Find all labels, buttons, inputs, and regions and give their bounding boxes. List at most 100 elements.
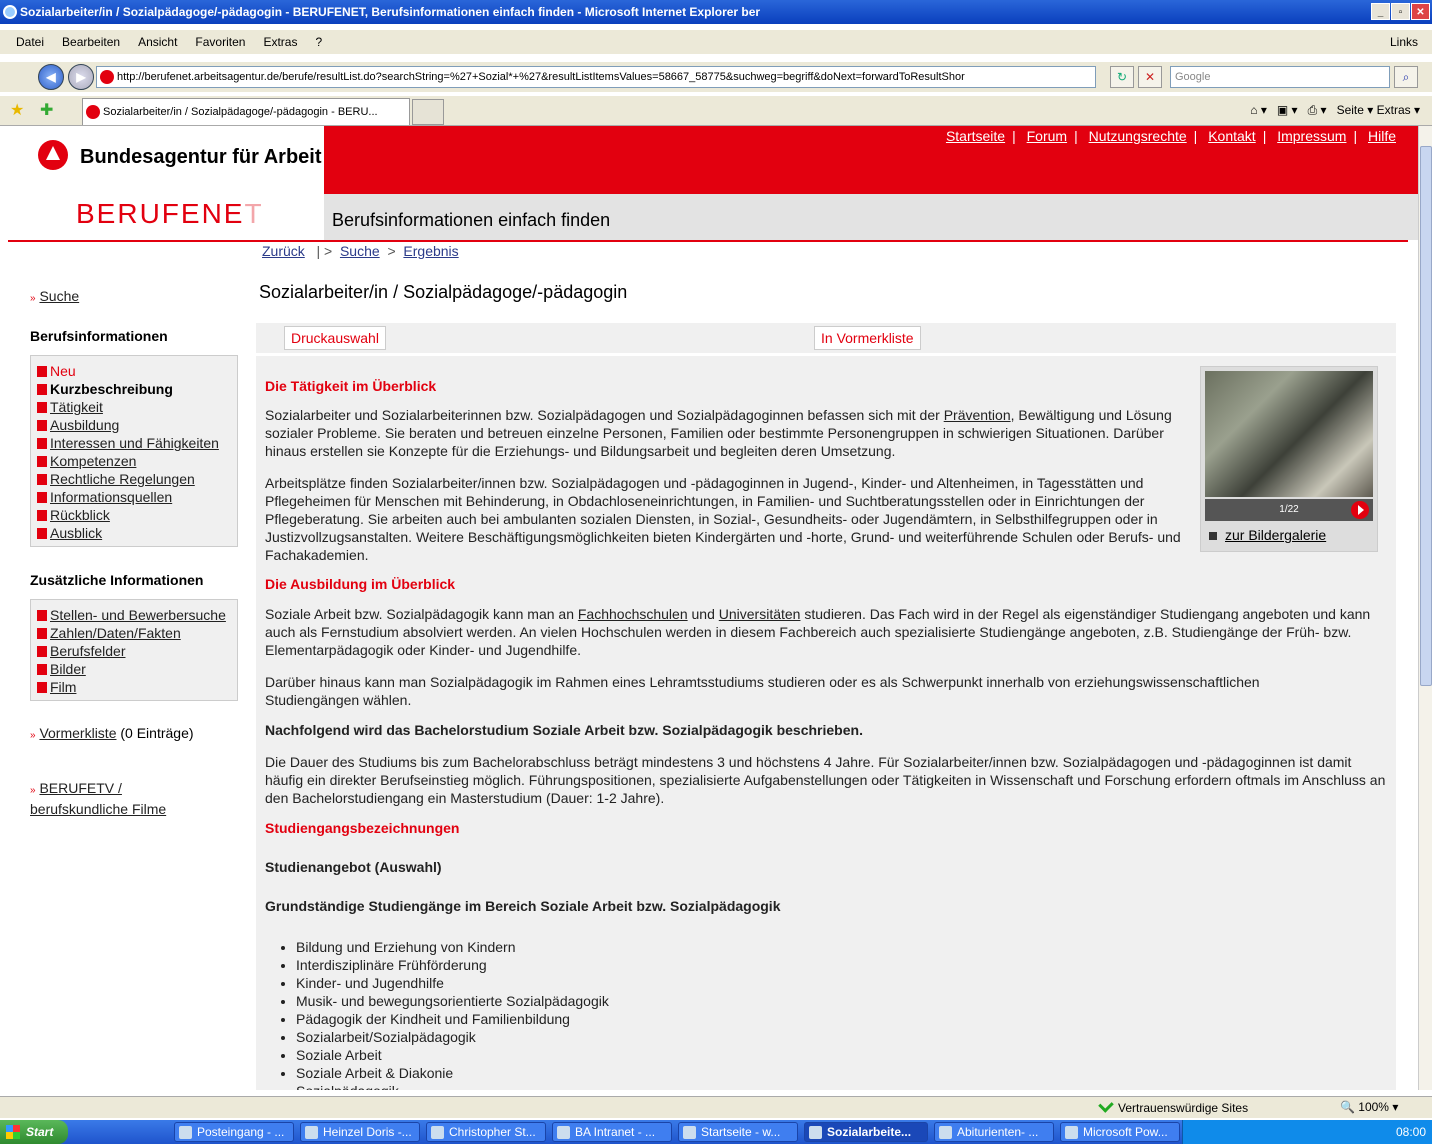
sidebar-item-film[interactable]: Film xyxy=(37,678,231,696)
list-item: Kinder- und Jugendhilfe xyxy=(296,974,609,992)
link-fachhochschulen[interactable]: Fachhochschulen xyxy=(578,606,688,622)
menu-ansicht[interactable]: Ansicht xyxy=(138,30,177,54)
task-startseite[interactable]: Startseite - w... xyxy=(678,1122,798,1142)
links-toolbar[interactable]: Links xyxy=(1390,30,1432,54)
brand-name: Bundesagentur für Arbeit xyxy=(80,146,322,168)
link-forum[interactable]: Forum xyxy=(1027,128,1067,144)
sidebar-item-zahlen[interactable]: Zahlen/Daten/Fakten xyxy=(37,624,231,642)
link-kontakt[interactable]: Kontakt xyxy=(1208,128,1255,144)
forward-button[interactable]: ▶ xyxy=(68,64,94,90)
sidebar-item-bilder[interactable]: Bilder xyxy=(37,660,231,678)
sidebar-info-list: Neu Kurzbeschreibung Tätigkeit Ausbildun… xyxy=(30,355,238,547)
favorites-star-icon[interactable]: ★ xyxy=(10,100,24,120)
breadcrumb-result[interactable]: Ergebnis xyxy=(403,243,458,259)
vertical-scrollbar[interactable] xyxy=(1418,126,1432,1090)
minimize-button[interactable]: _ xyxy=(1371,3,1390,20)
sidebar-item-ausbildung[interactable]: Ausbildung xyxy=(37,416,231,434)
link-impressum[interactable]: Impressum xyxy=(1277,128,1346,144)
home-icon[interactable]: ⌂ ▾ xyxy=(1250,103,1267,117)
sidebar-item-informationsquellen[interactable]: Informationsquellen xyxy=(37,488,231,506)
sidebar-extra-list: Stellen- und Bewerbersuche Zahlen/Daten/… xyxy=(30,599,238,701)
breadcrumb-back[interactable]: Zurück xyxy=(262,243,305,259)
breadcrumb-sep: > xyxy=(387,243,396,259)
breadcrumb-search[interactable]: Suche xyxy=(340,243,380,259)
ie-icon xyxy=(3,5,17,19)
checkmark-icon xyxy=(1098,1097,1114,1113)
sidebar-item-kurzbeschreibung[interactable]: Kurzbeschreibung xyxy=(37,380,231,398)
clock[interactable]: 08:00 xyxy=(1396,1125,1426,1139)
logo-text-light: T xyxy=(244,198,264,229)
task-powerpoint[interactable]: Microsoft Pow... xyxy=(1060,1122,1180,1142)
menu-favoriten[interactable]: Favoriten xyxy=(195,30,245,54)
back-button[interactable]: ◀ xyxy=(38,64,64,90)
feeds-icon[interactable]: ▣ ▾ xyxy=(1277,103,1298,117)
address-input[interactable]: http://berufenet.arbeitsagentur.de/beruf… xyxy=(96,66,1096,88)
vormerkliste-link[interactable]: Vormerkliste xyxy=(39,725,116,741)
security-zone[interactable]: Vertrauenswürdige Sites xyxy=(1098,1097,1248,1115)
add-to-watchlist-button[interactable]: In Vormerkliste xyxy=(814,326,921,350)
task-posteingang[interactable]: Posteingang - ... xyxy=(174,1122,294,1142)
sidebar-heading-info: Berufsinformationen xyxy=(30,328,168,344)
studienangebot-heading: Studienangebot (Auswahl) xyxy=(265,859,442,875)
link-praevention[interactable]: Prävention xyxy=(944,407,1011,423)
berufetv-link[interactable]: BERUFETV / xyxy=(39,780,121,796)
search-input[interactable]: Google xyxy=(1170,66,1390,88)
heading-taetigkeit: Die Tätigkeit im Überblick xyxy=(265,378,437,394)
link-universitaeten[interactable]: Universitäten xyxy=(719,606,801,622)
menu-bearbeiten[interactable]: Bearbeiten xyxy=(62,30,120,54)
stop-button[interactable]: ✕ xyxy=(1138,66,1162,88)
task-abiturienten[interactable]: Abiturienten- ... xyxy=(934,1122,1054,1142)
print-icon[interactable]: ⎙ ▾ xyxy=(1308,103,1327,117)
menu-help[interactable]: ? xyxy=(315,30,322,54)
scrollbar-thumb[interactable] xyxy=(1420,146,1432,686)
sidebar-item-rueckblick[interactable]: Rückblick xyxy=(37,506,231,524)
berufenet-logo[interactable]: BERUFENET xyxy=(76,198,264,230)
link-nutzungsrechte[interactable]: Nutzungsrechte xyxy=(1089,128,1187,144)
sidebar-item-kompetenzen[interactable]: Kompetenzen xyxy=(37,452,231,470)
link-startseite[interactable]: Startseite xyxy=(946,128,1005,144)
berufetv-link-2[interactable]: berufskundliche Filme xyxy=(30,801,166,817)
zoom-level[interactable]: 🔍 100% ▾ xyxy=(1340,1100,1398,1114)
add-favorite-icon[interactable]: ✚ xyxy=(40,100,53,120)
sidebar-item-stellen[interactable]: Stellen- und Bewerbersuche xyxy=(37,606,231,624)
sidebar-item-berufsfelder[interactable]: Berufsfelder xyxy=(37,642,231,660)
search-icon[interactable]: ⌕ xyxy=(1394,66,1418,88)
task-ba-intranet[interactable]: BA Intranet - ... xyxy=(552,1122,672,1142)
window-title: Sozialarbeiter/in / Sozialpädagoge/-päda… xyxy=(20,5,761,19)
system-tray: 08:00 xyxy=(1182,1120,1432,1144)
site-favicon xyxy=(86,105,100,119)
para-taetigkeit-1: Sozialarbeiter und Sozialarbeiterinnen b… xyxy=(265,407,1172,459)
print-selection-button[interactable]: Druckauswahl xyxy=(284,326,386,350)
start-button[interactable]: Start xyxy=(0,1120,68,1144)
para-ausbildung-2: Darüber hinaus kann man Sozialpädagogik … xyxy=(265,674,1260,708)
job-photo[interactable] xyxy=(1205,371,1373,497)
link-hilfe[interactable]: Hilfe xyxy=(1368,128,1396,144)
para-dauer: Die Dauer des Studiums bis zum Bachelora… xyxy=(265,754,1386,806)
sidebar-search-link[interactable]: Suche xyxy=(39,288,79,304)
play-icon[interactable] xyxy=(1351,501,1369,519)
new-tab-button[interactable] xyxy=(412,99,444,125)
maximize-button[interactable]: ▫ xyxy=(1391,3,1410,20)
task-christopher[interactable]: Christopher St... xyxy=(426,1122,546,1142)
menu-datei[interactable]: Datei xyxy=(16,30,44,54)
task-heinzel[interactable]: Heinzel Doris -... xyxy=(300,1122,420,1142)
menu-extras[interactable]: Extras xyxy=(263,30,297,54)
sidebar-item-ausblick[interactable]: Ausblick xyxy=(37,524,231,542)
heading-studiengaenge: Studiengangsbezeichnungen xyxy=(265,820,460,836)
close-button[interactable]: ✕ xyxy=(1411,3,1430,20)
page-tools-menu[interactable]: Seite ▾ Extras ▾ xyxy=(1337,103,1420,117)
task-sozialarbeiter[interactable]: Sozialarbeite... xyxy=(804,1122,928,1142)
sidebar-item-regelungen[interactable]: Rechtliche Regelungen xyxy=(37,470,231,488)
web-page: Bundesagentur für Arbeit Startseite | For… xyxy=(8,126,1418,1090)
sidebar-item-neu[interactable]: Neu xyxy=(37,362,231,380)
sidebar-berufetv: » BERUFETV / berufskundliche Filme xyxy=(30,780,167,817)
list-item: Soziale Arbeit & Diakonie xyxy=(296,1064,609,1082)
address-toolbar: ◀ ▶ http://berufenet.arbeitsagentur.de/b… xyxy=(0,62,1432,92)
photo-gallery-widget: 1/22 zur Bildergalerie xyxy=(1200,366,1378,552)
gallery-link[interactable]: zur Bildergalerie xyxy=(1209,527,1326,543)
refresh-button[interactable]: ↻ xyxy=(1110,66,1134,88)
sidebar-item-taetigkeit[interactable]: Tätigkeit xyxy=(37,398,231,416)
tab-active[interactable]: Sozialarbeiter/in / Sozialpädagoge/-päda… xyxy=(82,98,410,125)
windows-logo-icon xyxy=(6,1125,20,1139)
sidebar-item-interessen[interactable]: Interessen und Fähigkeiten xyxy=(37,434,231,452)
